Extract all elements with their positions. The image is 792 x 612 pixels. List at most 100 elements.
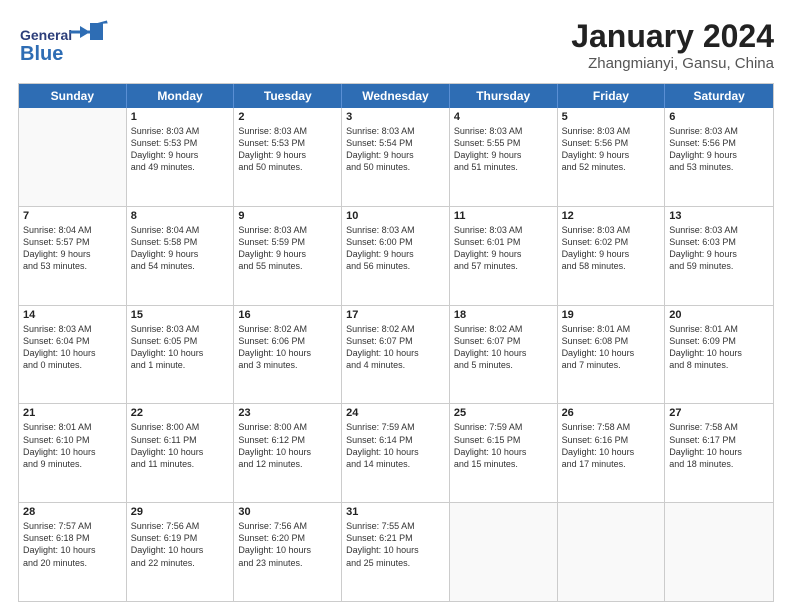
cell-line: Sunrise: 8:03 AM bbox=[238, 224, 337, 236]
day-number: 6 bbox=[669, 111, 769, 123]
day-number: 8 bbox=[131, 210, 230, 222]
cell-line: Sunset: 6:11 PM bbox=[131, 434, 230, 446]
cell-line: and 53 minutes. bbox=[669, 161, 769, 173]
day-number: 14 bbox=[23, 309, 122, 321]
cell-line: and 53 minutes. bbox=[23, 260, 122, 272]
day-11: 11Sunrise: 8:03 AMSunset: 6:01 PMDayligh… bbox=[450, 207, 558, 305]
day-15: 15Sunrise: 8:03 AMSunset: 6:05 PMDayligh… bbox=[127, 306, 235, 404]
day-8: 8Sunrise: 8:04 AMSunset: 5:58 PMDaylight… bbox=[127, 207, 235, 305]
day-number: 10 bbox=[346, 210, 445, 222]
cell-line: Sunset: 6:18 PM bbox=[23, 532, 122, 544]
cell-line: Sunrise: 7:58 AM bbox=[669, 421, 769, 433]
cell-line: Sunrise: 7:56 AM bbox=[238, 520, 337, 532]
header-day-tuesday: Tuesday bbox=[234, 84, 342, 108]
cell-line: Sunrise: 8:03 AM bbox=[669, 224, 769, 236]
cell-line: Sunset: 6:09 PM bbox=[669, 335, 769, 347]
cell-line: Sunset: 5:54 PM bbox=[346, 137, 445, 149]
cell-line: Sunrise: 8:02 AM bbox=[238, 323, 337, 335]
cell-line: Sunrise: 8:03 AM bbox=[346, 224, 445, 236]
cell-line: Sunset: 6:16 PM bbox=[562, 434, 661, 446]
cell-line: Daylight: 10 hours bbox=[238, 446, 337, 458]
cell-line: Sunrise: 8:04 AM bbox=[131, 224, 230, 236]
empty-cell bbox=[558, 503, 666, 601]
cell-line: Daylight: 10 hours bbox=[669, 347, 769, 359]
day-number: 20 bbox=[669, 309, 769, 321]
cell-line: Sunset: 6:04 PM bbox=[23, 335, 122, 347]
day-13: 13Sunrise: 8:03 AMSunset: 6:03 PMDayligh… bbox=[665, 207, 773, 305]
calendar-row-1: 7Sunrise: 8:04 AMSunset: 5:57 PMDaylight… bbox=[19, 207, 773, 306]
cell-line: Daylight: 9 hours bbox=[669, 149, 769, 161]
cell-line: and 5 minutes. bbox=[454, 359, 553, 371]
cell-line: Sunset: 6:20 PM bbox=[238, 532, 337, 544]
cell-line: Sunrise: 8:03 AM bbox=[238, 125, 337, 137]
cell-line: Daylight: 9 hours bbox=[562, 149, 661, 161]
day-number: 1 bbox=[131, 111, 230, 123]
cell-line: and 3 minutes. bbox=[238, 359, 337, 371]
cell-line: Sunrise: 8:00 AM bbox=[238, 421, 337, 433]
day-number: 17 bbox=[346, 309, 445, 321]
calendar-row-3: 21Sunrise: 8:01 AMSunset: 6:10 PMDayligh… bbox=[19, 404, 773, 503]
cell-line: Daylight: 10 hours bbox=[23, 544, 122, 556]
cell-line: Sunset: 6:15 PM bbox=[454, 434, 553, 446]
logo-svg: General Blue bbox=[18, 18, 108, 73]
day-17: 17Sunrise: 8:02 AMSunset: 6:07 PMDayligh… bbox=[342, 306, 450, 404]
calendar-body: 1Sunrise: 8:03 AMSunset: 5:53 PMDaylight… bbox=[19, 108, 773, 601]
day-number: 28 bbox=[23, 506, 122, 518]
cell-line: and 20 minutes. bbox=[23, 557, 122, 569]
cell-line: Daylight: 9 hours bbox=[669, 248, 769, 260]
day-5: 5Sunrise: 8:03 AMSunset: 5:56 PMDaylight… bbox=[558, 108, 666, 206]
sub-title: Zhangmianyi, Gansu, China bbox=[571, 55, 774, 72]
day-number: 12 bbox=[562, 210, 661, 222]
cell-line: Sunrise: 7:56 AM bbox=[131, 520, 230, 532]
cell-line: Daylight: 10 hours bbox=[23, 446, 122, 458]
header-day-wednesday: Wednesday bbox=[342, 84, 450, 108]
day-number: 9 bbox=[238, 210, 337, 222]
cell-line: Sunrise: 8:00 AM bbox=[131, 421, 230, 433]
cell-line: Sunrise: 8:03 AM bbox=[23, 323, 122, 335]
day-4: 4Sunrise: 8:03 AMSunset: 5:55 PMDaylight… bbox=[450, 108, 558, 206]
header-day-sunday: Sunday bbox=[19, 84, 127, 108]
cell-line: and 15 minutes. bbox=[454, 458, 553, 470]
cell-line: Sunset: 6:10 PM bbox=[23, 434, 122, 446]
header-day-monday: Monday bbox=[127, 84, 235, 108]
cell-line: Sunrise: 8:01 AM bbox=[669, 323, 769, 335]
day-number: 2 bbox=[238, 111, 337, 123]
day-28: 28Sunrise: 7:57 AMSunset: 6:18 PMDayligh… bbox=[19, 503, 127, 601]
empty-cell bbox=[19, 108, 127, 206]
day-number: 16 bbox=[238, 309, 337, 321]
cell-line: Daylight: 10 hours bbox=[238, 347, 337, 359]
day-number: 19 bbox=[562, 309, 661, 321]
cell-line: and 50 minutes. bbox=[238, 161, 337, 173]
cell-line: Sunset: 6:21 PM bbox=[346, 532, 445, 544]
cell-line: and 9 minutes. bbox=[23, 458, 122, 470]
title-block: January 2024 Zhangmianyi, Gansu, China bbox=[571, 18, 774, 72]
cell-line: Daylight: 10 hours bbox=[238, 544, 337, 556]
cell-line: and 12 minutes. bbox=[238, 458, 337, 470]
day-19: 19Sunrise: 8:01 AMSunset: 6:08 PMDayligh… bbox=[558, 306, 666, 404]
cell-line: and 54 minutes. bbox=[131, 260, 230, 272]
cell-line: Sunset: 6:03 PM bbox=[669, 236, 769, 248]
header-day-friday: Friday bbox=[558, 84, 666, 108]
cell-line: and 59 minutes. bbox=[669, 260, 769, 272]
cell-line: Sunset: 5:58 PM bbox=[131, 236, 230, 248]
cell-line: Daylight: 10 hours bbox=[131, 446, 230, 458]
day-26: 26Sunrise: 7:58 AMSunset: 6:16 PMDayligh… bbox=[558, 404, 666, 502]
day-22: 22Sunrise: 8:00 AMSunset: 6:11 PMDayligh… bbox=[127, 404, 235, 502]
cell-line: Daylight: 10 hours bbox=[346, 446, 445, 458]
header-day-saturday: Saturday bbox=[665, 84, 773, 108]
day-9: 9Sunrise: 8:03 AMSunset: 5:59 PMDaylight… bbox=[234, 207, 342, 305]
day-29: 29Sunrise: 7:56 AMSunset: 6:19 PMDayligh… bbox=[127, 503, 235, 601]
cell-line: Sunrise: 8:03 AM bbox=[131, 323, 230, 335]
logo: General Blue bbox=[18, 18, 108, 73]
cell-line: Sunrise: 8:01 AM bbox=[23, 421, 122, 433]
day-12: 12Sunrise: 8:03 AMSunset: 6:02 PMDayligh… bbox=[558, 207, 666, 305]
cell-line: Sunset: 6:05 PM bbox=[131, 335, 230, 347]
day-number: 23 bbox=[238, 407, 337, 419]
cell-line: and 51 minutes. bbox=[454, 161, 553, 173]
day-number: 5 bbox=[562, 111, 661, 123]
day-7: 7Sunrise: 8:04 AMSunset: 5:57 PMDaylight… bbox=[19, 207, 127, 305]
empty-cell bbox=[665, 503, 773, 601]
calendar: SundayMondayTuesdayWednesdayThursdayFrid… bbox=[18, 83, 774, 602]
day-18: 18Sunrise: 8:02 AMSunset: 6:07 PMDayligh… bbox=[450, 306, 558, 404]
cell-line: Sunrise: 8:04 AM bbox=[23, 224, 122, 236]
